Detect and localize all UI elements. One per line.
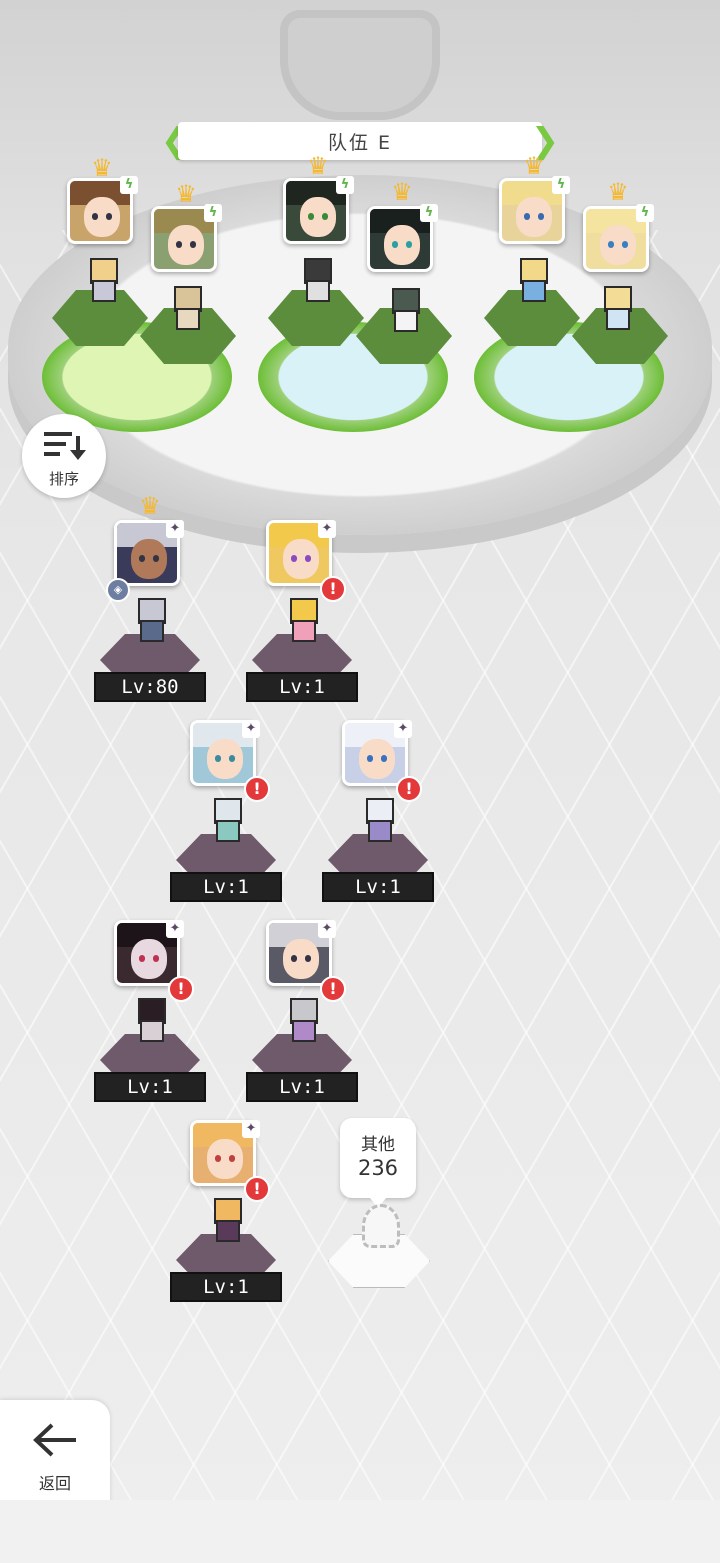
wind-element-icon: ϟ bbox=[636, 204, 654, 222]
team-slot-block[interactable] bbox=[52, 290, 148, 376]
character-sprite bbox=[358, 798, 398, 842]
crown-icon: ♛ bbox=[607, 178, 629, 206]
arena-emblem bbox=[280, 10, 440, 120]
roster-slot[interactable]: Lv:80 bbox=[94, 634, 206, 718]
team-slot-block[interactable] bbox=[484, 290, 580, 376]
dark-element-icon: ✦ bbox=[166, 920, 184, 938]
level-label: Lv:1 bbox=[94, 1072, 206, 1102]
wind-element-icon: ϟ bbox=[552, 176, 570, 194]
rank-badge-icon: ◈ bbox=[106, 578, 130, 602]
character-sprite bbox=[384, 288, 424, 332]
other-count: 236 bbox=[357, 1156, 399, 1180]
other-slot[interactable] bbox=[328, 1204, 430, 1318]
back-button[interactable]: 返回 bbox=[0, 1400, 110, 1510]
dark-element-icon: ✦ bbox=[242, 720, 260, 738]
crown-icon: ♛ bbox=[139, 492, 161, 520]
dark-element-icon: ✦ bbox=[318, 520, 336, 538]
level-label: Lv:1 bbox=[170, 1272, 282, 1302]
wind-element-icon: ϟ bbox=[420, 204, 438, 222]
character-sprite bbox=[296, 258, 336, 302]
warning-icon: ! bbox=[168, 976, 194, 1002]
roster-slot[interactable]: Lv:1 bbox=[94, 1034, 206, 1118]
crown-icon: ♛ bbox=[91, 154, 113, 182]
wind-element-icon: ϟ bbox=[204, 204, 222, 222]
crown-icon: ♛ bbox=[391, 178, 413, 206]
character-sprite bbox=[130, 998, 170, 1042]
other-label: 其他 bbox=[361, 1135, 395, 1155]
roster-slot[interactable]: Lv:1 bbox=[322, 834, 434, 918]
crown-icon: ♛ bbox=[523, 152, 545, 180]
roster-slot[interactable]: Lv:1 bbox=[170, 834, 282, 918]
character-sprite bbox=[166, 286, 206, 330]
warning-icon: ! bbox=[320, 976, 346, 1002]
warning-icon: ! bbox=[244, 776, 270, 802]
warning-icon: ! bbox=[320, 576, 346, 602]
sort-icon bbox=[44, 432, 86, 460]
bottom-bar bbox=[0, 1500, 720, 1563]
warning-icon: ! bbox=[244, 1176, 270, 1202]
character-sprite bbox=[206, 798, 246, 842]
character-sprite bbox=[130, 598, 170, 642]
sort-button[interactable]: 排序 bbox=[22, 414, 106, 498]
placeholder-character-icon bbox=[362, 1204, 400, 1248]
character-sprite bbox=[206, 1198, 246, 1242]
roster-slot[interactable]: Lv:1 bbox=[246, 634, 358, 718]
level-label: Lv:1 bbox=[170, 872, 282, 902]
crown-icon: ♛ bbox=[175, 180, 197, 208]
wind-element-icon: ϟ bbox=[120, 176, 138, 194]
level-label: Lv:1 bbox=[246, 672, 358, 702]
roster-slot[interactable]: Lv:1 bbox=[246, 1034, 358, 1118]
roster-slot[interactable]: Lv:1 bbox=[170, 1234, 282, 1318]
dark-element-icon: ✦ bbox=[318, 920, 336, 938]
character-sprite bbox=[282, 998, 322, 1042]
character-sprite bbox=[82, 258, 122, 302]
other-count-bubble[interactable]: 其他 236 bbox=[340, 1118, 416, 1208]
character-sprite bbox=[596, 286, 636, 330]
character-sprite bbox=[282, 598, 322, 642]
warning-icon: ! bbox=[396, 776, 422, 802]
team-name: 队伍 E bbox=[178, 122, 542, 160]
wind-element-icon: ϟ bbox=[336, 176, 354, 194]
dark-element-icon: ✦ bbox=[242, 1120, 260, 1138]
character-sprite bbox=[512, 258, 552, 302]
dark-element-icon: ✦ bbox=[166, 520, 184, 538]
level-label: Lv:80 bbox=[94, 672, 206, 702]
level-label: Lv:1 bbox=[246, 1072, 358, 1102]
back-label: 返回 bbox=[38, 1474, 71, 1493]
level-label: Lv:1 bbox=[322, 872, 434, 902]
team-slot-block[interactable] bbox=[268, 290, 364, 376]
crown-icon: ♛ bbox=[307, 152, 329, 180]
team-selector: ❮ 队伍 E ❯ bbox=[160, 118, 560, 164]
dark-element-icon: ✦ bbox=[394, 720, 412, 738]
back-arrow-icon bbox=[33, 1423, 76, 1457]
sort-label: 排序 bbox=[48, 470, 79, 488]
